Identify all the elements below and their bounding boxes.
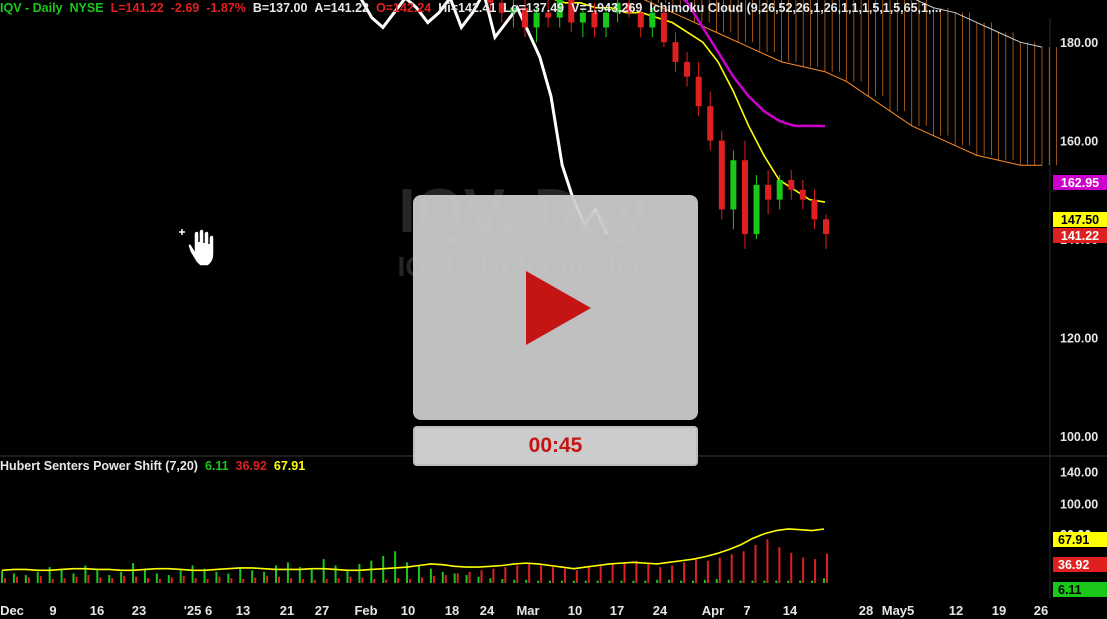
- low-price: Lo=137.49: [503, 1, 565, 15]
- candle-body: [811, 199, 818, 220]
- timer-text: 00:45: [528, 434, 583, 457]
- price-tag-label: 147.50: [1061, 213, 1099, 227]
- study-label: Ichimoku Cloud (9,26,52,26,1,26,1,1,1,5,…: [649, 1, 942, 15]
- indicator-tag: 67.91: [1053, 532, 1107, 547]
- candle-body: [695, 76, 702, 107]
- candle-body: [718, 140, 725, 210]
- last-price: L=141.22: [110, 1, 164, 15]
- ask-price: A=141.22: [314, 1, 369, 15]
- indicator-name: Hubert Senters Power Shift (7,20): [0, 459, 198, 473]
- open-price: O=142.24: [375, 1, 432, 15]
- price-tick-label: 180.00: [1060, 36, 1098, 50]
- video-timer: 00:45: [413, 426, 698, 466]
- candle-body: [823, 219, 829, 235]
- price-tick-label: 100.00: [1060, 430, 1098, 444]
- date-tick-label: 9: [49, 603, 56, 618]
- candle-body: [741, 160, 748, 235]
- date-tick-label: 19: [992, 603, 1006, 618]
- indicator-tag: 6.11: [1053, 582, 1107, 597]
- price-tag: 162.95: [1053, 175, 1107, 190]
- candle-body: [799, 189, 806, 200]
- candle-body: [684, 61, 691, 77]
- date-tick-label: 24: [480, 603, 495, 618]
- indicator-tick-label: 100.00: [1060, 498, 1098, 512]
- volume-value: V=1,943,269: [571, 1, 643, 15]
- indicator-header: Hubert Senters Power Shift (7,20) 6.11 36.…: [0, 458, 312, 474]
- hand-cursor-icon: [172, 222, 222, 270]
- date-tick-label: May5: [882, 603, 915, 618]
- candle: [718, 130, 725, 220]
- date-tick-label: Mar: [516, 603, 539, 618]
- symbol-label: IQV - Daily: [0, 1, 63, 15]
- candle-body: [765, 184, 772, 200]
- price-header: IQV - Daily NYSE L=141.22 -2.69 -1.87% B=137.…: [0, 0, 949, 16]
- indicator-tag: 36.92: [1053, 557, 1107, 572]
- date-tick-label: Feb: [354, 603, 377, 618]
- indicator-value-2: 36.92: [235, 459, 267, 473]
- date-tick-label: 17: [610, 603, 624, 618]
- candle-body: [776, 179, 783, 200]
- date-tick-label: 16: [90, 603, 104, 618]
- date-tick-label: 13: [236, 603, 250, 618]
- video-play-overlay[interactable]: [413, 195, 698, 420]
- high-price: Hi=142.41: [438, 1, 497, 15]
- date-tick-label: 24: [653, 603, 668, 618]
- date-tick-label: 10: [568, 603, 582, 618]
- candle-body: [660, 12, 667, 43]
- date-tick-label: 18: [445, 603, 459, 618]
- indicator-tag-label: 36.92: [1058, 558, 1089, 572]
- date-tick-label: 28: [859, 603, 873, 618]
- date-tick-label: 10: [401, 603, 415, 618]
- change-value: -2.69: [170, 1, 200, 15]
- candle-body: [730, 160, 737, 210]
- bid-price: B=137.00: [252, 1, 308, 15]
- price-tag: 141.22: [1053, 228, 1107, 243]
- date-tick-label: Dec: [0, 603, 24, 618]
- date-tick-label: 27: [315, 603, 329, 618]
- date-tick-label: Apr: [702, 603, 724, 618]
- price-tag: 147.50: [1053, 212, 1107, 227]
- price-tag-label: 162.95: [1061, 176, 1099, 190]
- play-icon[interactable]: [511, 263, 601, 353]
- indicator-value-3: 67.91: [273, 459, 306, 473]
- date-tick-label: 23: [132, 603, 146, 618]
- candle-body: [672, 42, 679, 62]
- date-tick-label: 21: [280, 603, 294, 618]
- price-tick-label: 160.00: [1060, 135, 1098, 149]
- price-tag-label: 141.22: [1061, 229, 1099, 243]
- candle-body: [707, 106, 714, 141]
- candle-body: [753, 184, 760, 235]
- indicator-tick-label: 140.00: [1060, 466, 1098, 480]
- date-tick-label: 26: [1034, 603, 1048, 618]
- exchange-label: NYSE: [69, 1, 104, 15]
- indicator-tag-label: 67.91: [1058, 533, 1089, 547]
- date-tick-label: 12: [949, 603, 963, 618]
- candle-body: [788, 179, 795, 190]
- date-tick-label: '25 6: [184, 603, 212, 618]
- price-tick-label: 120.00: [1060, 331, 1098, 345]
- change-percent: -1.87%: [206, 1, 246, 15]
- indicator-tag-label: 6.11: [1058, 583, 1082, 597]
- indicator-value-1: 6.11: [204, 459, 229, 473]
- date-tick-label: 14: [783, 603, 798, 618]
- date-tick-label: 7: [743, 603, 750, 618]
